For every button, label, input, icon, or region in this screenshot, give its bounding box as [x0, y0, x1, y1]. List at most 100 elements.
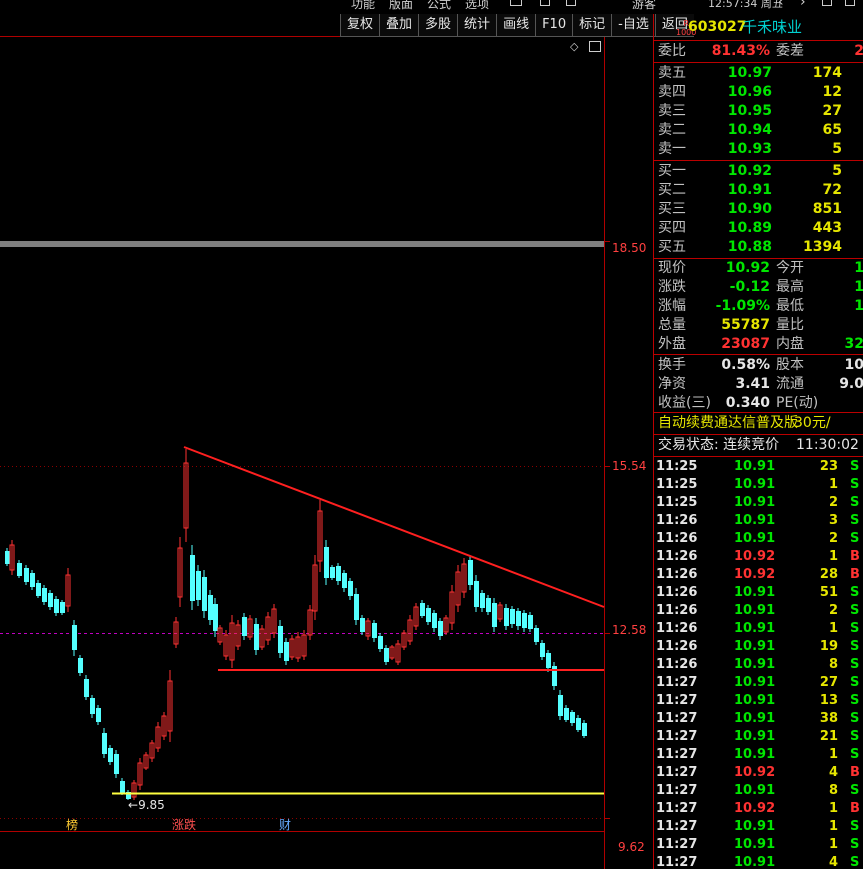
remove-favorite-button[interactable]: -自选: [611, 14, 655, 37]
finance-row[interactable]: 净资 3.41 流通 9.0: [654, 375, 863, 394]
ad-price[interactable]: 30元/: [794, 414, 831, 433]
diff-value: 2: [854, 42, 863, 61]
tick-row[interactable]: 11:26 10.91 19 S: [654, 639, 863, 657]
order-price: 10.88: [727, 239, 772, 255]
buy-order-row[interactable]: 买四 10.89 443: [654, 219, 863, 238]
tick-volume: 4: [828, 765, 838, 780]
sell-order-row[interactable]: 卖四 10.96 12: [654, 83, 863, 102]
tick-row[interactable]: 11:27 10.91 13 S: [654, 693, 863, 711]
mark-button[interactable]: 标记: [572, 14, 612, 37]
tick-row[interactable]: 11:27 10.91 27 S: [654, 675, 863, 693]
tick-row[interactable]: 11:25 10.91 1 S: [654, 477, 863, 495]
tick-row[interactable]: 11:26 10.91 1 S: [654, 621, 863, 639]
diamond-icon[interactable]: ◇: [570, 40, 578, 53]
draw-line-button[interactable]: 画线: [496, 14, 536, 37]
tick-row[interactable]: 11:26 10.91 2 S: [654, 531, 863, 549]
tick-row[interactable]: 11:26 10.91 51 S: [654, 585, 863, 603]
down-candle-body: [102, 733, 107, 754]
order-price: 10.91: [727, 182, 772, 198]
tick-row[interactable]: 11:26 10.91 3 S: [654, 513, 863, 531]
window-toggle-icon[interactable]: [589, 41, 601, 52]
buy-order-row[interactable]: 买一 10.92 5: [654, 162, 863, 181]
tick-time: 11:25: [656, 495, 698, 510]
trade-status-time: 11:30:02: [796, 437, 859, 453]
tick-price: 10.92: [734, 549, 776, 564]
tick-row[interactable]: 11:26 10.92 28 B: [654, 567, 863, 585]
quote-label: 外盘: [658, 336, 686, 352]
quote-value: -1.09%: [715, 298, 770, 314]
tick-side: S: [850, 657, 860, 672]
down-candle-body: [492, 603, 497, 627]
tick-row[interactable]: 11:27 10.91 1 S: [654, 747, 863, 765]
down-candle-body: [254, 624, 259, 650]
tick-time: 11:27: [656, 783, 698, 798]
tick-row[interactable]: 11:27 10.91 21 S: [654, 729, 863, 747]
tick-row[interactable]: 11:27 10.91 1 S: [654, 819, 863, 837]
tick-row[interactable]: 11:27 10.91 8 S: [654, 783, 863, 801]
quote-value: -0.12: [729, 279, 770, 295]
tick-row[interactable]: 11:26 10.92 1 B: [654, 549, 863, 567]
tick-row[interactable]: 11:27 10.91 38 S: [654, 711, 863, 729]
quote-row[interactable]: 涨跌 -0.12 最高 1: [654, 278, 863, 297]
ratio-label: 委比: [658, 43, 686, 59]
tick-volume: 8: [828, 783, 838, 798]
tick-row[interactable]: 11:27 10.91 4 S: [654, 855, 863, 869]
tick-side: S: [850, 711, 860, 726]
finance-row[interactable]: 收益(三) 0.340 PE(动): [654, 394, 863, 413]
down-candle-body: [546, 653, 551, 668]
tick-price: 10.92: [734, 801, 776, 816]
price-label: 15.54: [612, 459, 647, 473]
sell-order-row[interactable]: 卖三 10.95 27: [654, 102, 863, 121]
finance-row[interactable]: 换手 0.58% 股本 10: [654, 356, 863, 375]
sell-order-row[interactable]: 卖一 10.93 5: [654, 140, 863, 159]
tick-row[interactable]: 11:25 10.91 23 S: [654, 459, 863, 477]
change-tag[interactable]: 涨跌: [172, 816, 196, 833]
tick-side: S: [850, 855, 860, 869]
tick-volume: 1: [828, 621, 838, 636]
ad-row[interactable]: 自动续费通达信普及版 30元/: [654, 414, 863, 433]
quote-row[interactable]: 现价 10.92 今开 1: [654, 259, 863, 278]
multi-stock-button[interactable]: 多股: [418, 14, 458, 37]
quote-row[interactable]: 总量 55787 量比: [654, 316, 863, 335]
order-level-label: 卖一: [658, 141, 686, 157]
sell-order-row[interactable]: 卖二 10.94 65: [654, 121, 863, 140]
tick-row[interactable]: 11:25 10.91 2 S: [654, 495, 863, 513]
tick-row[interactable]: 11:27 10.92 1 B: [654, 801, 863, 819]
buy-order-row[interactable]: 买二 10.91 72: [654, 181, 863, 200]
down-candle-body: [570, 712, 575, 723]
ad-text[interactable]: 自动续费通达信普及版: [658, 414, 798, 433]
finance-tag[interactable]: 财: [279, 816, 291, 833]
lock2-icon[interactable]: [845, 0, 855, 6]
quote-row[interactable]: 涨幅 -1.09% 最低 1: [654, 297, 863, 316]
buy-order-row[interactable]: 买三 10.90 851: [654, 200, 863, 219]
back-arrow-icon[interactable]: ‹: [778, 0, 784, 10]
statistics-button[interactable]: 统计: [457, 14, 497, 37]
tick-row[interactable]: 11:27 10.92 4 B: [654, 765, 863, 783]
tick-row[interactable]: 11:27 10.91 1 S: [654, 837, 863, 855]
tick-row[interactable]: 11:26 10.91 8 S: [654, 657, 863, 675]
refresh-icon[interactable]: [822, 0, 832, 6]
quote-row[interactable]: 外盘 23087 内盘 32: [654, 335, 863, 354]
order-volume: 5: [832, 141, 842, 157]
tick-price: 10.91: [734, 747, 776, 762]
order-volume: 27: [822, 103, 842, 119]
buy-order-row[interactable]: 买五 10.88 1394: [654, 238, 863, 257]
tick-time: 11:27: [656, 729, 698, 744]
tick-row[interactable]: 11:26 10.91 2 S: [654, 603, 863, 621]
forward-arrow-icon[interactable]: ›: [800, 0, 806, 10]
down-candle-body: [42, 588, 47, 602]
order-volume: 65: [822, 122, 842, 138]
tick-volume: 1: [828, 477, 838, 492]
restore-rights-button[interactable]: 复权: [340, 14, 380, 37]
kline-chart[interactable]: [0, 0, 653, 869]
quote-label-2: 今开: [776, 260, 804, 276]
down-candle-body: [48, 593, 53, 607]
rank-tag[interactable]: 榜: [66, 816, 78, 833]
finance-value: 0.340: [725, 395, 770, 411]
quote-label: 涨跌: [658, 279, 686, 295]
price-label: 12.58: [612, 623, 647, 637]
overlay-button[interactable]: 叠加: [379, 14, 419, 37]
sell-order-row[interactable]: 卖五 10.97 174: [654, 64, 863, 83]
quote-label-2: 最低: [776, 298, 804, 314]
f10-button[interactable]: F10: [535, 14, 573, 37]
